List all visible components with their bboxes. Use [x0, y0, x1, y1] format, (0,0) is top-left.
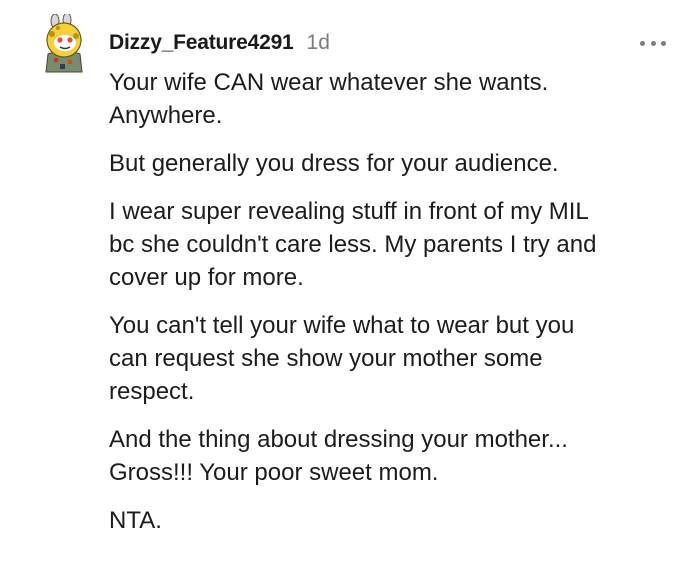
- username-link[interactable]: Dizzy_Feature4291: [109, 31, 294, 55]
- comment-paragraph: I wear super revealing stuff in front of…: [109, 198, 597, 291]
- ellipsis-icon: [640, 40, 645, 46]
- comment-paragraph: But generally you dress for your audienc…: [109, 150, 559, 177]
- comment-paragraph: NTA.: [109, 507, 162, 534]
- comment-body: Your wife CAN wear whatever she wants. A…: [109, 66, 679, 552]
- more-options-button[interactable]: [640, 38, 666, 48]
- snoo-avatar-icon: [45, 12, 83, 73]
- ellipsis-icon: [661, 40, 666, 46]
- ellipsis-icon: [650, 40, 656, 46]
- comment: Dizzy_Feature4291 1d Your wife CAN wear …: [0, 0, 700, 571]
- user-avatar[interactable]: [34, 12, 94, 74]
- comment-paragraph: Your wife CAN wear whatever she wants. A…: [109, 69, 549, 129]
- comment-paragraph: You can't tell your wife what to wear bu…: [109, 312, 575, 405]
- comment-age: 1d: [306, 31, 330, 54]
- comment-paragraph: And the thing about dressing your mother…: [109, 426, 568, 486]
- comment-header: Dizzy_Feature4291 1d: [109, 30, 330, 56]
